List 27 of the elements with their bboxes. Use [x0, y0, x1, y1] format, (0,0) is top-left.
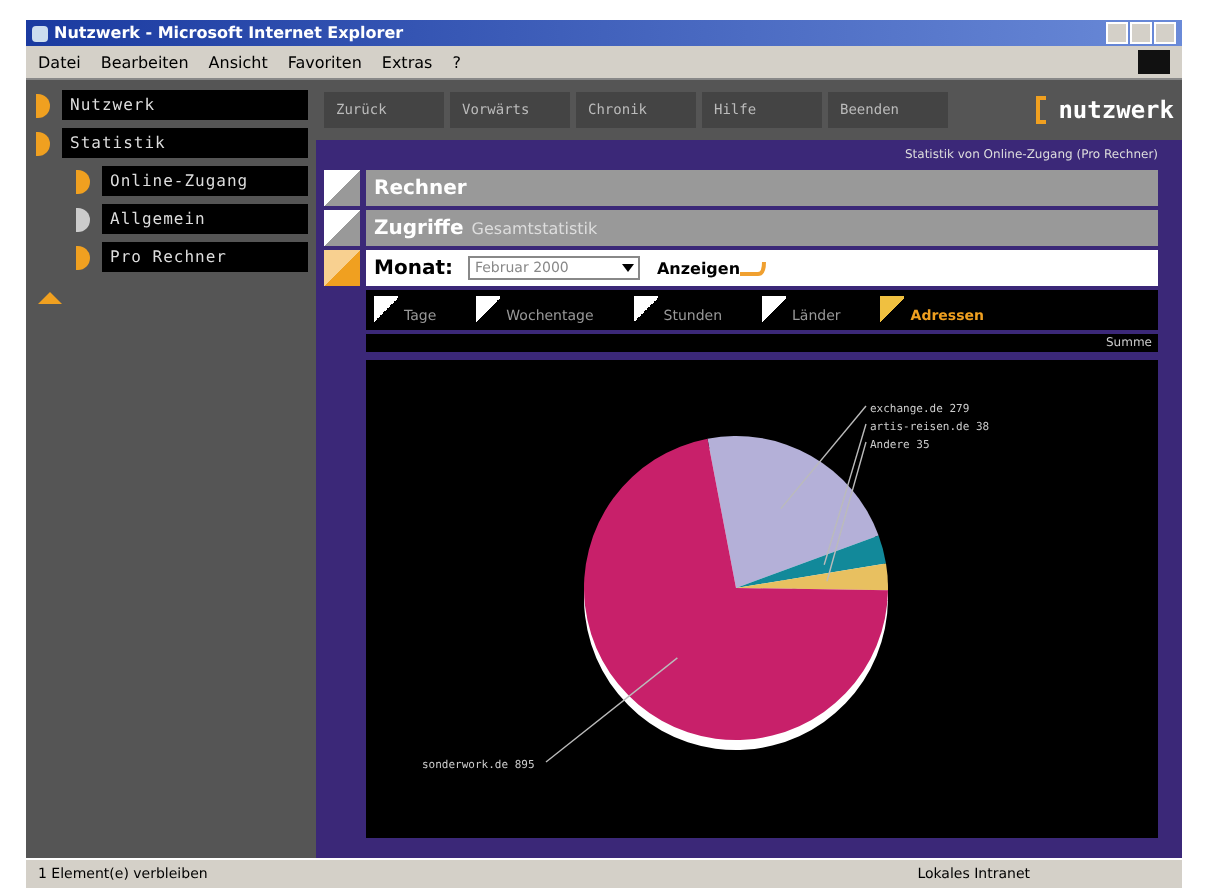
sidebar-item[interactable]: Statistik: [62, 128, 308, 158]
browser-icon: [32, 25, 48, 41]
logo: nutzwerk: [1058, 96, 1174, 124]
month-label: Monat:: [374, 257, 453, 279]
dropdown-arrow-icon[interactable]: [622, 262, 635, 274]
menu-item[interactable]: Ansicht: [208, 53, 268, 71]
menu-item[interactable]: ?: [452, 53, 461, 71]
menu-item[interactable]: Bearbeiten: [100, 53, 189, 71]
maximize-button[interactable]: [1130, 22, 1152, 44]
menu-item[interactable]: Datei: [38, 53, 81, 71]
sidebar-item[interactable]: Allgemein: [102, 204, 308, 234]
sidebar-item[interactable]: Nutzwerk: [62, 90, 308, 120]
menu-item[interactable]: Favoriten: [287, 53, 362, 71]
window-title: Nutzwerk - Microsoft Internet Explorer: [54, 24, 404, 42]
bracket-icon: [1036, 96, 1049, 124]
corner-icon[interactable]: [324, 170, 360, 206]
close-button[interactable]: [1154, 22, 1176, 44]
corner-icon[interactable]: [324, 250, 360, 286]
corner-icon[interactable]: [324, 210, 360, 246]
menu-item[interactable]: Extras: [381, 53, 433, 71]
show-link[interactable]: Anzeigen: [656, 259, 741, 277]
up-arrow-icon[interactable]: [38, 292, 62, 304]
windows-logo-icon: [1138, 50, 1170, 74]
sidebar-item[interactable]: Online-Zugang: [102, 166, 308, 196]
leader-line: [545, 657, 679, 763]
minimize-button[interactable]: [1106, 22, 1128, 44]
sidebar-item[interactable]: Pro Rechner: [102, 242, 308, 272]
